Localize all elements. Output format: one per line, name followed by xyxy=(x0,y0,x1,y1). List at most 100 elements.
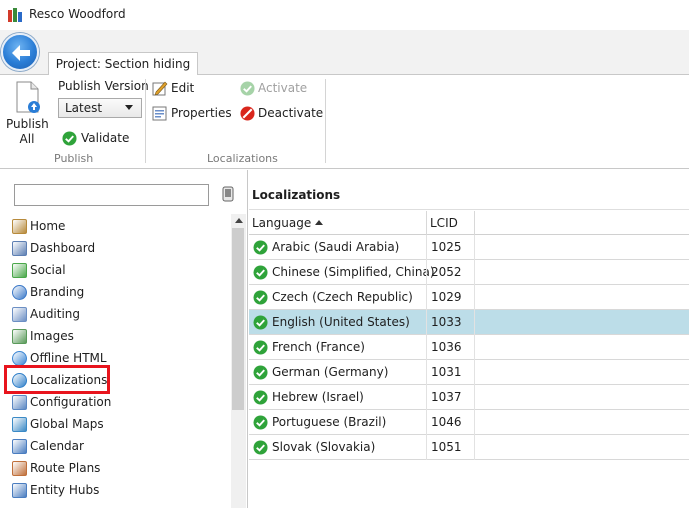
table-row[interactable]: Portuguese (Brazil) 1046 xyxy=(249,410,689,435)
table-row[interactable]: Slovak (Slovakia) 1051 xyxy=(249,435,689,460)
sidebar-item-label: Social xyxy=(30,263,66,277)
sidebar-item-calendar[interactable]: Calendar xyxy=(12,436,84,456)
active-check-icon xyxy=(253,240,268,258)
table-row[interactable]: Czech (Czech Republic) 1029 xyxy=(249,285,689,310)
table-row[interactable]: Arabic (Saudi Arabia) 1025 xyxy=(249,235,689,260)
lcid-cell: 1051 xyxy=(431,440,462,454)
lcid-cell: 2052 xyxy=(431,265,462,279)
publish-all-button[interactable]: Publish All xyxy=(6,81,49,146)
language-cell: Slovak (Slovakia) xyxy=(272,440,376,454)
sidebar-item-label: Dashboard xyxy=(30,241,96,255)
back-button[interactable] xyxy=(1,33,39,71)
app-icon xyxy=(8,8,22,22)
active-check-icon xyxy=(253,340,268,358)
publish-group-label: Publish xyxy=(54,152,94,165)
calendar-icon xyxy=(12,438,27,454)
sidebar-item-social[interactable]: Social xyxy=(12,260,66,280)
sidebar-item-configuration[interactable]: Configuration xyxy=(12,392,111,412)
properties-label: Properties xyxy=(171,106,232,120)
activate-check-icon xyxy=(240,80,255,96)
language-cell: English (United States) xyxy=(272,315,410,329)
branding-icon xyxy=(12,284,27,300)
active-check-icon xyxy=(253,265,268,283)
grid-header: Language LCID xyxy=(249,211,689,235)
column-header-lcid[interactable]: LCID xyxy=(427,211,475,235)
active-check-icon xyxy=(253,415,268,433)
deactivate-label: Deactivate xyxy=(258,106,324,120)
entity-hubs-icon xyxy=(12,482,27,498)
sort-ascending-icon xyxy=(315,220,324,225)
gear-icon xyxy=(12,394,27,410)
localizations-panel: Localizations Language LCID Arabic (Saud… xyxy=(249,170,689,508)
sidebar-item-label: Route Plans xyxy=(30,461,101,475)
localizations-group-label: Localizations xyxy=(207,152,278,165)
table-row[interactable]: Hebrew (Israel) 1037 xyxy=(249,385,689,410)
publish-version-label: Publish Version xyxy=(58,79,149,93)
edit-button[interactable]: Edit xyxy=(152,79,194,97)
language-cell: German (Germany) xyxy=(272,365,389,379)
language-cell: French (France) xyxy=(272,340,365,354)
navigation-panel: Home Dashboard Social Branding Auditing Image… xyxy=(0,170,248,508)
language-cell: Chinese (Simplified, China) xyxy=(272,265,435,279)
column-divider xyxy=(426,235,427,460)
validate-button[interactable]: Validate xyxy=(62,129,129,147)
sidebar-item-label: Auditing xyxy=(30,307,81,321)
language-cell: Czech (Czech Republic) xyxy=(272,290,413,304)
validate-label: Validate xyxy=(81,131,130,145)
sidebar-item-entity-hubs[interactable]: Entity Hubs xyxy=(12,480,99,500)
activate-button[interactable]: Activate xyxy=(240,79,307,97)
scroll-up-arrow-icon[interactable] xyxy=(235,218,243,223)
table-row[interactable]: English (United States) 1033 xyxy=(249,310,689,335)
tab-project[interactable]: Project: Section hiding xyxy=(48,52,198,76)
lcid-cell: 1036 xyxy=(431,340,462,354)
lcid-cell: 1031 xyxy=(431,365,462,379)
column-header-lcid-label: LCID xyxy=(430,216,458,230)
dashboard-icon xyxy=(12,240,27,256)
deactivate-button[interactable]: Deactivate xyxy=(240,104,323,122)
active-check-icon xyxy=(253,390,268,408)
sidebar-item-branding[interactable]: Branding xyxy=(12,282,84,302)
check-circle-icon xyxy=(62,130,77,146)
scrollbar-thumb[interactable] xyxy=(232,228,244,410)
sidebar-item-home[interactable]: Home xyxy=(12,216,65,236)
chevron-down-icon xyxy=(125,105,133,110)
sidebar-item-label: Configuration xyxy=(30,395,112,409)
sidebar-item-label: Branding xyxy=(30,285,85,299)
ribbon: Publish All Publish Version Latest Valid… xyxy=(0,75,689,169)
lcid-cell: 1033 xyxy=(431,315,462,329)
sidebar-item-route-plans[interactable]: Route Plans xyxy=(12,458,100,478)
properties-icon xyxy=(152,106,167,121)
title-bar: Resco Woodford xyxy=(0,0,689,30)
search-options-icon[interactable] xyxy=(222,186,234,202)
table-row[interactable]: French (France) 1036 xyxy=(249,335,689,360)
publish-document-icon xyxy=(16,81,40,113)
active-check-icon xyxy=(253,290,268,308)
sidebar-item-auditing[interactable]: Auditing xyxy=(12,304,80,324)
search-input[interactable] xyxy=(14,184,209,206)
sidebar-item-images[interactable]: Images xyxy=(12,326,74,346)
social-icon xyxy=(12,262,27,278)
lcid-cell: 1025 xyxy=(431,240,462,254)
ribbon-separator xyxy=(325,79,326,163)
active-check-icon xyxy=(253,315,268,333)
language-cell: Hebrew (Israel) xyxy=(272,390,364,404)
column-header-language[interactable]: Language xyxy=(249,211,427,235)
sidebar-item-dashboard[interactable]: Dashboard xyxy=(12,238,95,258)
properties-button[interactable]: Properties xyxy=(152,104,232,122)
deactivate-icon xyxy=(240,105,255,121)
sidebar-item-label: Global Maps xyxy=(30,417,104,431)
ribbon-separator xyxy=(145,79,146,163)
sidebar-item-global-maps[interactable]: Global Maps xyxy=(12,414,104,434)
edit-label: Edit xyxy=(171,81,195,95)
publish-version-select[interactable]: Latest xyxy=(58,98,142,118)
language-cell: Portuguese (Brazil) xyxy=(272,415,387,429)
table-row[interactable]: Chinese (Simplified, China) 2052 xyxy=(249,260,689,285)
sidebar-item-label: Images xyxy=(30,329,74,343)
sidebar-item-label: Offline HTML xyxy=(30,351,107,365)
sidebar-item-label: Entity Hubs xyxy=(30,483,100,497)
language-cell: Arabic (Saudi Arabia) xyxy=(272,240,400,254)
app-title: Resco Woodford xyxy=(29,7,126,21)
lcid-cell: 1029 xyxy=(431,290,462,304)
table-row[interactable]: German (Germany) 1031 xyxy=(249,360,689,385)
global-maps-icon xyxy=(12,416,27,432)
